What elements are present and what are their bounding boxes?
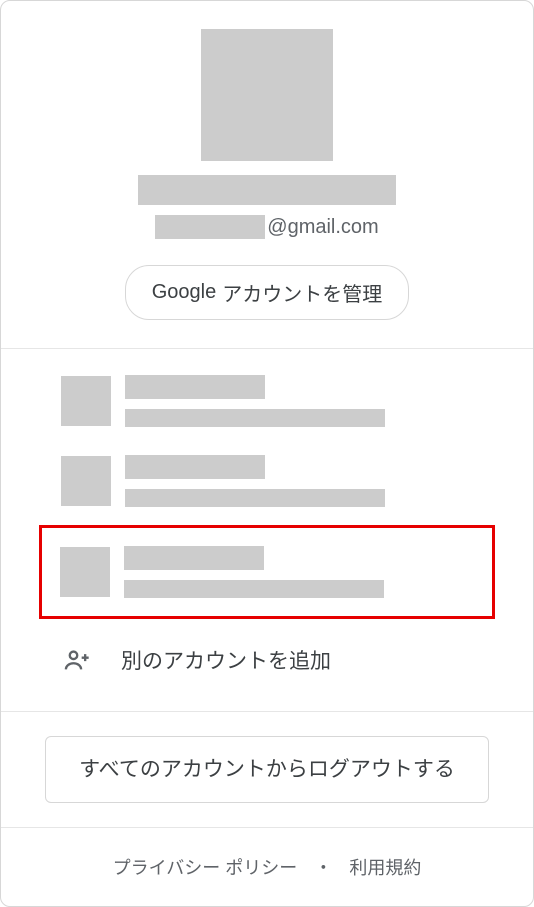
- account-switcher-panel: @gmail.com Google アカウントを管理: [0, 0, 534, 907]
- account-text: [124, 546, 384, 598]
- account-row[interactable]: [1, 361, 533, 441]
- signout-section: すべてのアカウントからログアウトする: [1, 711, 533, 827]
- current-avatar: [201, 29, 333, 161]
- account-email-placeholder: [124, 580, 384, 598]
- footer: プライバシー ポリシー ・ 利用規約: [1, 827, 533, 906]
- other-accounts-section: 別のアカウントを追加: [1, 349, 533, 711]
- account-name-placeholder: [125, 455, 265, 479]
- current-name-placeholder: [138, 175, 396, 205]
- signout-label: すべてのアカウントからログアウトする: [79, 758, 455, 781]
- account-email-placeholder: [125, 489, 385, 507]
- current-email: @gmail.com: [155, 215, 378, 239]
- account-name-placeholder: [124, 546, 264, 570]
- account-avatar: [61, 376, 111, 426]
- account-name-placeholder: [125, 375, 265, 399]
- account-row[interactable]: [1, 441, 533, 521]
- account-email-placeholder: [125, 409, 385, 427]
- terms-link[interactable]: 利用規約: [349, 858, 421, 878]
- brand-label: Google: [152, 281, 217, 304]
- email-local-placeholder: [155, 215, 265, 239]
- add-account-button[interactable]: 別のアカウントを追加: [1, 623, 533, 703]
- current-account-section: @gmail.com Google アカウントを管理: [1, 1, 533, 349]
- account-text: [125, 375, 385, 427]
- person-add-icon: [63, 646, 91, 674]
- account-row-highlighted[interactable]: [39, 525, 495, 619]
- manage-label: アカウントを管理: [222, 278, 382, 307]
- account-text: [125, 455, 385, 507]
- manage-account-button[interactable]: Google アカウントを管理: [125, 265, 410, 320]
- privacy-link[interactable]: プライバシー ポリシー: [113, 858, 298, 878]
- email-domain: @gmail.com: [267, 216, 378, 239]
- separator: ・: [314, 858, 332, 878]
- account-avatar: [61, 456, 111, 506]
- add-account-label: 別のアカウントを追加: [121, 645, 331, 675]
- account-avatar: [60, 547, 110, 597]
- signout-all-button[interactable]: すべてのアカウントからログアウトする: [45, 736, 489, 803]
